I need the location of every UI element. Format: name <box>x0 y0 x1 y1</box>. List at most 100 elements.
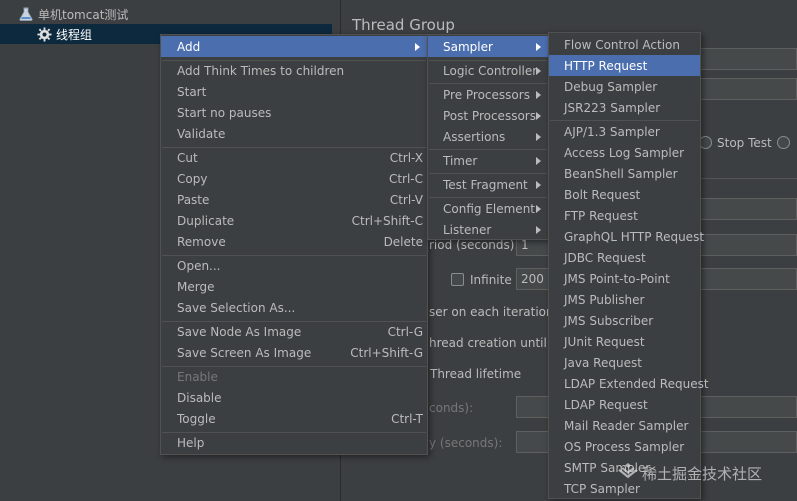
menu-item-timer[interactable]: Timer <box>428 150 548 171</box>
menu-item-jms-publisher[interactable]: JMS Publisher <box>549 289 700 310</box>
menu-item-start[interactable]: Start <box>161 81 427 102</box>
menu-item-copy[interactable]: Copy Ctrl-C <box>161 168 427 189</box>
menu-item-label: Copy <box>177 171 208 186</box>
loop-count-value: 200 <box>521 272 544 286</box>
menu-item-listener[interactable]: Listener <box>428 219 548 240</box>
watermark-text: 稀土掘金技术社区 <box>642 464 763 483</box>
menu-item-duplicate[interactable]: Duplicate Ctrl+Shift-C <box>161 210 427 231</box>
menu-item-sampler[interactable]: Sampler <box>428 36 548 57</box>
menu-item-label: Pre Processors <box>443 87 530 102</box>
menu-item-os-process-sampler[interactable]: OS Process Sampler <box>549 436 700 457</box>
menu-item-save-selection-as[interactable]: Save Selection As... <box>161 297 427 318</box>
menu-item-remove[interactable]: Remove Delete <box>161 231 427 252</box>
juejin-logo-icon <box>618 462 638 484</box>
chevron-right-icon <box>536 180 541 189</box>
menu-item-shortcut: Ctrl+Shift-C <box>351 213 423 228</box>
menu-item-label: Post Processors <box>443 108 536 123</box>
menu-item-label: OS Process Sampler <box>564 439 685 454</box>
menu-item-merge[interactable]: Merge <box>161 276 427 297</box>
menu-item-beanshell-sampler[interactable]: BeanShell Sampler <box>549 163 700 184</box>
startup-delay-label: y (seconds): <box>429 436 503 450</box>
menu-item-label: Logic Controller <box>443 63 538 78</box>
menu-item-add-think-times[interactable]: Add Think Times to children <box>161 60 427 81</box>
menu-item-jsr223-sampler[interactable]: JSR223 Sampler <box>549 97 700 118</box>
menu-item-label: Add Think Times to children <box>177 63 345 78</box>
menu-item-label: Enable <box>177 369 218 384</box>
menu-item-jms-subscriber[interactable]: JMS Subscriber <box>549 310 700 331</box>
menu-item-label: Duplicate <box>177 213 235 228</box>
menu-item-logic-controller[interactable]: Logic Controller <box>428 60 548 81</box>
menu-item-label: AJP/1.3 Sampler <box>564 124 660 139</box>
menu-item-save-screen-as-image[interactable]: Save Screen As Image Ctrl+Shift-G <box>161 342 427 363</box>
menu-item-jms-point-to-point[interactable]: JMS Point-to-Point <box>549 268 700 289</box>
menu-item-ldap-extended-request[interactable]: LDAP Extended Request <box>549 373 709 394</box>
menu-item-graphql-http-request[interactable]: GraphQL HTTP Request <box>549 226 704 247</box>
menu-item-bolt-request[interactable]: Bolt Request <box>549 184 700 205</box>
menu-item-label: JMS Point-to-Point <box>564 271 670 286</box>
tree-item-label: 单机tomcat测试 <box>38 7 129 22</box>
menu-item-label: Paste <box>177 192 210 207</box>
stop-test-label: Stop Test <box>717 136 772 150</box>
context-menu: Add Add Think Times to children Start St… <box>160 34 428 455</box>
menu-item-access-log-sampler[interactable]: Access Log Sampler <box>549 142 700 163</box>
menu-item-label: GraphQL HTTP Request <box>564 229 705 244</box>
menu-item-label: Listener <box>443 222 492 237</box>
menu-item-http-request[interactable]: HTTP Request <box>549 55 700 76</box>
chevron-right-icon <box>536 42 541 51</box>
stop-test-now-radio[interactable] <box>777 136 790 149</box>
menu-item-cut[interactable]: Cut Ctrl-X <box>161 147 427 168</box>
menu-item-java-request[interactable]: Java Request <box>549 352 700 373</box>
menu-item-post-processors[interactable]: Post Processors <box>428 105 548 126</box>
menu-item-label: Timer <box>443 153 478 168</box>
chevron-right-icon <box>536 225 541 234</box>
menu-item-label: Merge <box>177 279 215 294</box>
chevron-right-icon <box>536 66 541 75</box>
menu-item-save-node-as-image[interactable]: Save Node As Image Ctrl-G <box>161 321 427 342</box>
chevron-right-icon <box>536 204 541 213</box>
menu-item-label: JDBC Request <box>564 250 646 265</box>
chevron-right-icon <box>415 42 420 51</box>
menu-item-shortcut: Ctrl-V <box>389 192 423 207</box>
menu-item-label: FTP Request <box>564 208 638 223</box>
menu-item-shortcut: Ctrl-C <box>388 171 423 186</box>
menu-item-flow-control-action[interactable]: Flow Control Action <box>549 34 700 55</box>
menu-item-label: Start <box>177 84 207 99</box>
menu-item-debug-sampler[interactable]: Debug Sampler <box>549 76 700 97</box>
menu-item-label: Sampler <box>443 39 493 54</box>
tree-item-label: 线程组 <box>56 27 93 42</box>
menu-item-assertions[interactable]: Assertions <box>428 126 548 147</box>
menu-item-open[interactable]: Open... <box>161 255 427 276</box>
menu-item-label: Mail Reader Sampler <box>564 418 689 433</box>
menu-item-label: Help <box>177 435 205 450</box>
menu-item-shortcut: Ctrl+Shift-G <box>350 345 423 360</box>
menu-item-jdbc-request[interactable]: JDBC Request <box>549 247 700 268</box>
menu-item-mail-reader-sampler[interactable]: Mail Reader Sampler <box>549 415 700 436</box>
menu-item-junit-request[interactable]: JUnit Request <box>549 331 700 352</box>
menu-item-ftp-request[interactable]: FTP Request <box>549 205 700 226</box>
chevron-right-icon <box>536 111 541 120</box>
menu-item-label: Config Element <box>443 201 535 216</box>
menu-item-label: Debug Sampler <box>564 79 658 94</box>
menu-item-pre-processors[interactable]: Pre Processors <box>428 84 548 105</box>
tree-item-test-plan[interactable]: 单机tomcat测试 <box>18 4 128 24</box>
menu-item-start-no-pauses[interactable]: Start no pauses <box>161 102 427 123</box>
menu-item-ajp-sampler[interactable]: AJP/1.3 Sampler <box>549 121 700 142</box>
watermark: 稀土掘金技术社区 <box>618 462 762 484</box>
menu-item-label: Add <box>177 39 201 54</box>
menu-item-validate[interactable]: Validate <box>161 123 427 144</box>
gear-icon <box>36 26 52 42</box>
menu-item-test-fragment[interactable]: Test Fragment <box>428 174 548 195</box>
menu-item-config-element[interactable]: Config Element <box>428 198 548 219</box>
menu-item-label: JMS Publisher <box>564 292 645 307</box>
menu-item-paste[interactable]: Paste Ctrl-V <box>161 189 427 210</box>
menu-item-add[interactable]: Add <box>161 36 427 57</box>
menu-item-toggle[interactable]: Toggle Ctrl-T <box>161 408 427 429</box>
menu-item-disable[interactable]: Disable <box>161 387 427 408</box>
menu-item-help[interactable]: Help <box>161 432 427 453</box>
menu-item-ldap-request[interactable]: LDAP Request <box>549 394 700 415</box>
same-user-label: ser on each iteration <box>429 305 554 319</box>
chevron-right-icon <box>536 90 541 99</box>
infinite-checkbox[interactable] <box>451 273 464 286</box>
chevron-right-icon <box>536 156 541 165</box>
menu-item-label: Assertions <box>443 129 506 144</box>
